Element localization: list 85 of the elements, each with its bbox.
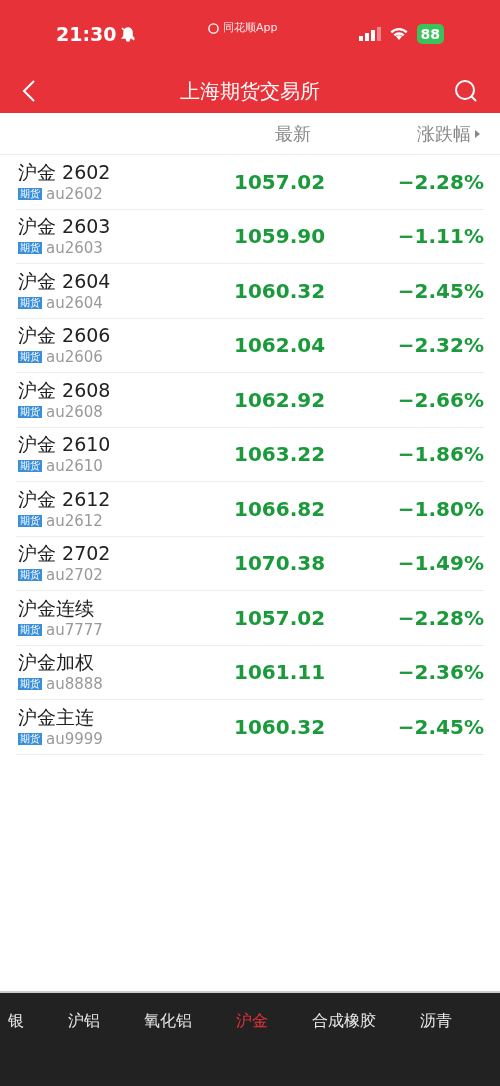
sort-caret-icon[interactable] (475, 129, 480, 138)
source-app-label: 同花顺App (223, 20, 278, 36)
change-percent: −1.11% (397, 223, 484, 251)
change-percent: −2.45% (397, 713, 484, 741)
column-header[interactable]: 涨跌幅 (417, 120, 471, 147)
futures-tag: 期货 (18, 678, 42, 691)
price-value: 1061.11 (234, 659, 326, 687)
app-logo-icon (208, 22, 219, 34)
contract-name: 沪金主连 (18, 704, 95, 729)
futures-tag: 期货 (18, 351, 42, 364)
change-percent: −2.36% (397, 659, 484, 687)
quote-row[interactable]: 沪金 2612 期货 au2612 1066.82 −1.80% (16, 482, 484, 537)
price-value: 1060.32 (234, 277, 326, 305)
contract-name: 沪金 2603 (18, 214, 112, 239)
change-percent: −2.66% (397, 386, 484, 414)
contract-code: au7777 (46, 619, 103, 640)
contract-code: au2610 (46, 456, 103, 477)
contract-name: 沪金 2702 (18, 541, 112, 566)
search-icon[interactable] (454, 78, 478, 103)
quote-row[interactable]: 沪金 2702 期货 au2702 1070.38 −1.49% (16, 536, 484, 591)
quote-row[interactable]: 沪金 2610 期货 au2610 1063.22 −1.86% (16, 427, 484, 482)
quote-row[interactable]: 沪金 2603 期货 au2603 1059.90 −1.11% (16, 209, 484, 264)
price-value: 1070.38 (234, 550, 326, 578)
category-tab[interactable]: 氧化铝 (144, 1009, 192, 1033)
contract-name: 沪金 2608 (18, 377, 112, 402)
contract-code: au2604 (46, 292, 103, 313)
futures-tag: 期货 (18, 296, 42, 309)
contract-code: au2603 (46, 238, 103, 259)
futures-tag: 期货 (18, 623, 42, 636)
quote-row[interactable]: 沪金 2608 期货 au2608 1062.92 −2.66% (16, 373, 484, 428)
quote-row[interactable]: 沪金 2606 期货 au2606 1062.04 −2.32% (16, 318, 484, 373)
price-value: 1063.22 (234, 441, 326, 469)
change-percent: −2.28% (397, 168, 484, 196)
futures-tag: 期货 (18, 187, 42, 200)
quote-row[interactable]: 沪金加权 期货 au8888 1061.11 −2.36% (16, 645, 484, 700)
quote-row[interactable]: 沪金主连 期货 au9999 1060.32 −2.45% (16, 700, 484, 755)
status-time: 21:30 (56, 21, 117, 47)
contract-name: 沪金 2602 (18, 159, 112, 184)
change-percent: −1.49% (397, 550, 484, 578)
contract-name: 沪金 2612 (18, 486, 112, 511)
contract-code: au9999 (46, 728, 103, 749)
price-value: 1060.32 (234, 713, 326, 741)
change-percent: −2.45% (397, 277, 484, 305)
category-tab[interactable]: 合成橡胶 (312, 1009, 376, 1033)
futures-tag: 期货 (18, 732, 42, 745)
contract-code: au8888 (46, 674, 103, 695)
price-value: 1059.90 (234, 223, 326, 251)
category-tab[interactable]: 沪金 (236, 1009, 268, 1033)
contract-code: au2608 (46, 401, 103, 422)
futures-tag: 期货 (18, 405, 42, 418)
quote-row[interactable]: 沪金 2604 期货 au2604 1060.32 −2.45% (16, 264, 484, 319)
price-value: 1062.04 (234, 332, 326, 360)
change-percent: −2.32% (397, 332, 484, 360)
category-tab[interactable]: 银 (8, 1009, 24, 1033)
battery-level: 88 (416, 24, 444, 44)
contract-name: 沪金加权 (18, 650, 95, 675)
contract-name: 沪金 2610 (18, 432, 112, 457)
contract-name: 沪金连续 (18, 595, 95, 620)
price-value: 1057.02 (234, 168, 326, 196)
quote-row[interactable]: 沪金 2602 期货 au2602 1057.02 −2.28% (16, 155, 484, 210)
category-tab[interactable]: 沪铝 (68, 1009, 100, 1033)
contract-name: 沪金 2604 (18, 268, 112, 293)
change-percent: −1.86% (397, 441, 484, 469)
column-header[interactable]: 最新 (275, 120, 311, 147)
category-tab[interactable]: 沥青 (420, 1009, 452, 1033)
futures-tag: 期货 (18, 460, 42, 473)
contract-code: au2612 (46, 510, 103, 531)
change-percent: −1.80% (397, 495, 484, 523)
contract-name: 沪金 2606 (18, 323, 112, 348)
price-value: 1066.82 (234, 495, 326, 523)
contract-code: au2602 (46, 183, 103, 204)
futures-tag: 期货 (18, 242, 42, 255)
signal-icon (358, 27, 381, 41)
muted-bell-icon (120, 26, 137, 42)
price-value: 1062.92 (234, 386, 326, 414)
contract-code: au2702 (46, 565, 103, 586)
change-percent: −2.28% (397, 604, 484, 632)
wifi-icon (388, 27, 409, 41)
futures-tag: 期货 (18, 569, 42, 582)
quote-row[interactable]: 沪金连续 期货 au7777 1057.02 −2.28% (16, 591, 484, 646)
futures-tag: 期货 (18, 514, 42, 527)
page-title: 上海期货交易所 (180, 77, 320, 105)
back-icon[interactable] (22, 78, 36, 103)
contract-code: au2606 (46, 347, 103, 368)
price-value: 1057.02 (234, 604, 326, 632)
